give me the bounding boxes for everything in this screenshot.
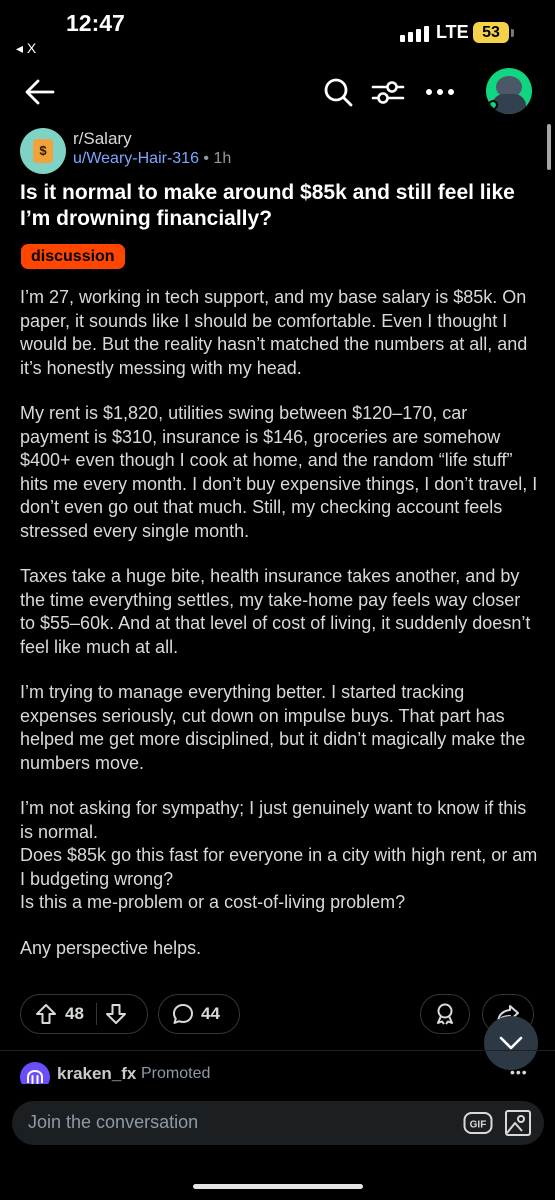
comment-count: 44 (201, 1004, 220, 1023)
post-paragraph: I’m 27, working in tech support, and my … (20, 287, 528, 378)
top-nav-bar (0, 64, 555, 120)
upvote-icon[interactable] (35, 1003, 57, 1025)
post-paragraph: Taxes take a huge bite, health insurance… (20, 566, 531, 657)
more-options-button[interactable] (418, 70, 462, 114)
byline-separator: • (203, 150, 210, 167)
post-paragraph: Any perspective helps. (20, 937, 202, 958)
promoted-tag: Promoted (141, 1065, 211, 1082)
comment-composer[interactable]: Join the conversation GIF (12, 1101, 544, 1145)
arrow-left-icon (25, 79, 55, 105)
search-button[interactable] (316, 70, 360, 114)
author-link[interactable]: u/Weary-Hair-316 (73, 150, 199, 167)
online-status-dot (488, 100, 498, 110)
post-paragraph: I’m trying to manage everything better. … (20, 682, 526, 773)
scrollbar-thumb[interactable] (547, 124, 551, 170)
upvote-count: 48 (65, 1004, 84, 1023)
comment-bubble-icon (173, 1004, 193, 1024)
user-avatar[interactable] (486, 68, 532, 114)
post-byline: u/Weary-Hair-316 • 1h (73, 150, 231, 168)
back-button[interactable] (18, 70, 62, 114)
subreddit-avatar[interactable]: $ (20, 128, 66, 174)
battery-icon: 53 (473, 22, 509, 43)
more-horizontal-icon (426, 89, 454, 95)
dollar-coin-icon: $ (33, 139, 53, 163)
promoted-username[interactable]: kraken_fx (57, 1064, 136, 1084)
gif-label: GIF (470, 1120, 487, 1131)
promoted-more-button[interactable]: ••• (510, 1064, 528, 1080)
cellular-signal-icon (400, 26, 429, 42)
composer-placeholder[interactable]: Join the conversation (28, 1112, 198, 1133)
post-body: I’m 27, working in tech support, and my … (20, 286, 538, 982)
award-button[interactable] (420, 994, 470, 1034)
post-flair[interactable]: discussion (21, 244, 125, 269)
status-time: 12:47 (66, 10, 125, 36)
back-to-app-link[interactable]: ◂ X (16, 40, 36, 57)
post-title: Is it normal to make around $85k and sti… (20, 181, 515, 230)
vote-divider (95, 1003, 97, 1025)
vote-bar: 48 (20, 994, 148, 1034)
sort-filter-button[interactable] (366, 70, 410, 114)
image-icon (505, 1110, 531, 1136)
post-paragraph: I’m not asking for sympathy; I just genu… (20, 798, 538, 912)
award-icon (437, 1003, 453, 1025)
post-paragraph: My rent is $1,820, utilities swing betwe… (20, 403, 538, 541)
gif-button[interactable]: GIF (463, 1111, 493, 1135)
section-divider (0, 1050, 555, 1051)
kraken-logo-icon (27, 1070, 43, 1084)
subreddit-name[interactable]: r/Salary (73, 129, 132, 149)
downvote-icon[interactable] (105, 1003, 127, 1025)
sort-filter-icon (371, 81, 405, 104)
image-upload-button[interactable] (504, 1109, 532, 1137)
post-age: 1h (213, 150, 232, 167)
status-bar: 12:47 ◂ X LTE 53 (0, 0, 555, 64)
home-indicator[interactable] (193, 1184, 363, 1189)
search-icon (324, 78, 353, 107)
comments-button[interactable]: 44 (158, 994, 240, 1034)
network-type: LTE (436, 22, 469, 42)
battery-tip (511, 29, 514, 37)
scroll-down-button[interactable] (484, 1016, 538, 1070)
chevron-down-icon (499, 1036, 523, 1050)
gif-icon: GIF (463, 1112, 493, 1134)
